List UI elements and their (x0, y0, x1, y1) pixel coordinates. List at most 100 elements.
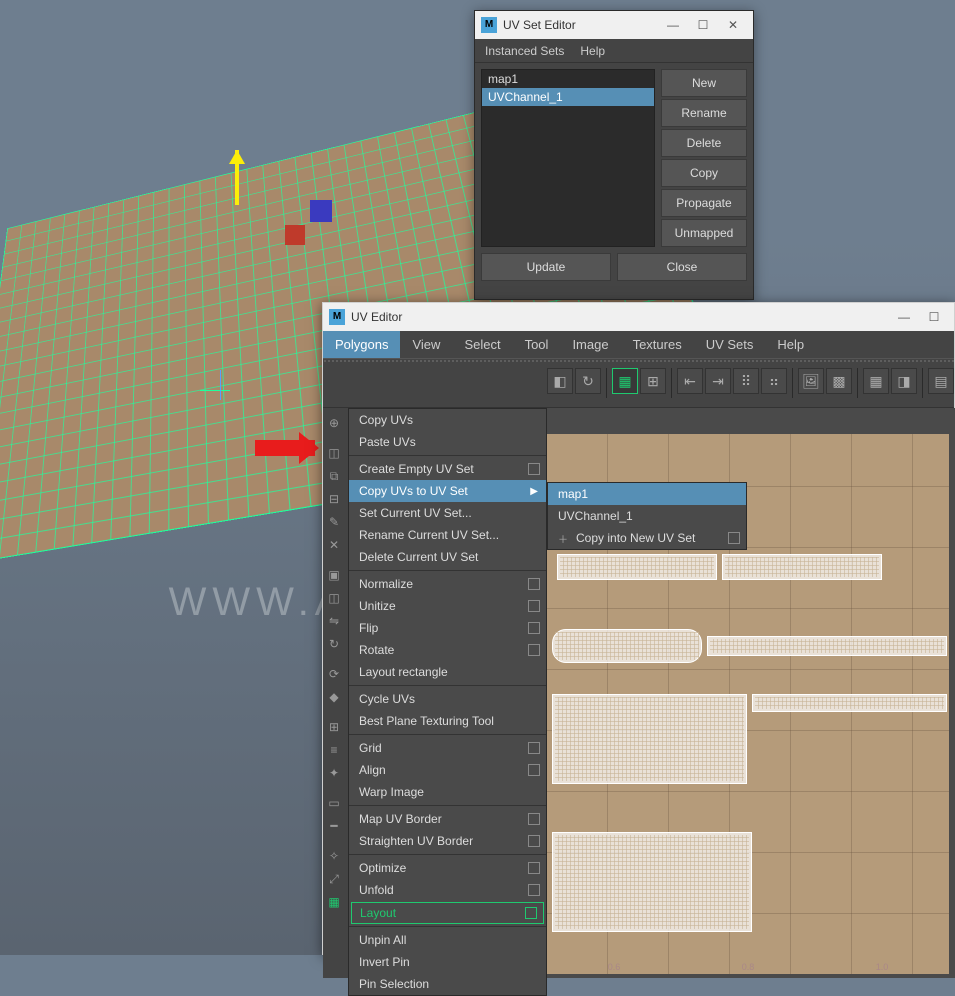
menu-item-normalize[interactable]: Normalize (349, 573, 546, 595)
menu-item-align[interactable]: Align (349, 759, 546, 781)
menu-item-unpin-all[interactable]: Unpin All (349, 929, 546, 951)
side-optimize-icon[interactable]: ✧ (323, 845, 345, 867)
minimize-button[interactable]: — (890, 307, 918, 327)
uvset-item-map1[interactable]: map1 (482, 70, 654, 88)
menu-item-map-uv-border[interactable]: Map UV Border (349, 808, 546, 830)
menu-item-create-empty-uv-set[interactable]: Create Empty UV Set (349, 458, 546, 480)
titlebar[interactable]: M UV Editor — ☐ (323, 303, 954, 331)
update-button[interactable]: Update (481, 253, 611, 281)
uv-shell[interactable] (557, 554, 717, 580)
propagate-button[interactable]: Propagate (661, 189, 747, 217)
titlebar[interactable]: M UV Set Editor — ☐ ✕ (475, 11, 753, 39)
menu-help[interactable]: Help (765, 331, 816, 358)
side-delete-icon[interactable]: ✕ (323, 534, 345, 556)
menu-item-straighten-uv-border[interactable]: Straighten UV Border (349, 830, 546, 852)
uv-set-list[interactable]: map1 UVChannel_1 (481, 69, 655, 247)
side-rename-icon[interactable]: ✎ (323, 511, 345, 533)
side-rotate-icon[interactable]: ↻ (323, 633, 345, 655)
menu-item-best-plane-texturing-tool[interactable]: Best Plane Texturing Tool (349, 710, 546, 732)
tool-grid-icon[interactable]: ⊞ (640, 368, 666, 394)
tool-frame-icon[interactable]: ▦ (612, 368, 638, 394)
tool-move-left-icon[interactable]: ⇤ (677, 368, 703, 394)
menu-item-warp-image[interactable]: Warp Image (349, 781, 546, 803)
menu-item-rename-current-uv-set-[interactable]: Rename Current UV Set... (349, 524, 546, 546)
menu-item-copy-uvs[interactable]: Copy UVs (349, 409, 546, 431)
menu-item-set-current-uv-set-[interactable]: Set Current UV Set... (349, 502, 546, 524)
tool-shade-icon[interactable]: ◨ (891, 368, 917, 394)
side-mapborder-icon[interactable]: ▭ (323, 792, 345, 814)
uv-shell[interactable] (722, 554, 882, 580)
minimize-button[interactable]: — (659, 15, 687, 35)
tool-image-icon[interactable]: 🖼 (798, 368, 824, 394)
submenu-item-uvchannel-1[interactable]: UVChannel_1 (548, 505, 746, 527)
menu-item-optimize[interactable]: Optimize (349, 857, 546, 879)
tool-dim-icon[interactable]: ▤ (928, 368, 954, 394)
side-flip-icon[interactable]: ⇋ (323, 610, 345, 632)
gizmo-x-handle[interactable] (285, 225, 305, 245)
menu-item-layout-rectangle[interactable]: Layout rectangle (349, 661, 546, 683)
menu-instanced-sets[interactable]: Instanced Sets (485, 44, 564, 58)
side-cycle-icon[interactable]: ⟳ (323, 663, 345, 685)
side-set-icon[interactable]: ⊟ (323, 488, 345, 510)
side-straighten-icon[interactable]: ━ (323, 815, 345, 837)
menu-textures[interactable]: Textures (621, 331, 694, 358)
new-button[interactable]: New (661, 69, 747, 97)
menu-item-cycle-uvs[interactable]: Cycle UVs (349, 688, 546, 710)
menu-item-layout[interactable]: Layout (351, 902, 544, 924)
side-grid-icon[interactable]: ⊞ (323, 716, 345, 738)
side-align-icon[interactable]: ≡ (323, 739, 345, 761)
menu-item-invert-pin[interactable]: Invert Pin (349, 951, 546, 973)
menu-item-unitize[interactable]: Unitize (349, 595, 546, 617)
menu-item-grid[interactable]: Grid (349, 737, 546, 759)
menu-view[interactable]: View (400, 331, 452, 358)
side-copy-icon[interactable]: ⧉ (323, 465, 345, 487)
side-unfold-icon[interactable]: ⤢ (323, 868, 345, 890)
menu-item-copy-uvs-to-uv-set[interactable]: Copy UVs to UV Set▶ (349, 480, 546, 502)
tool-scatter-icon[interactable]: ⠿ (733, 368, 759, 394)
rename-button[interactable]: Rename (661, 99, 747, 127)
tool-wire-icon[interactable]: ▦ (863, 368, 889, 394)
menu-tool[interactable]: Tool (513, 331, 561, 358)
menu-select[interactable]: Select (452, 331, 512, 358)
menu-item-unfold[interactable]: Unfold (349, 879, 546, 901)
side-normalize-icon[interactable]: ▣ (323, 564, 345, 586)
close-button[interactable]: ✕ (719, 15, 747, 35)
side-layout-icon[interactable]: ▦ (323, 891, 345, 913)
menu-item-pin-selection[interactable]: Pin Selection (349, 973, 546, 995)
tool-move-right-icon[interactable]: ⇥ (705, 368, 731, 394)
side-unitize-icon[interactable]: ◫ (323, 587, 345, 609)
delete-button[interactable]: Delete (661, 129, 747, 157)
tool-snapshot-icon[interactable]: ◧ (547, 368, 573, 394)
drag-handle[interactable] (323, 359, 954, 363)
side-bestplane-icon[interactable]: ◆ (323, 686, 345, 708)
menu-help[interactable]: Help (580, 44, 605, 58)
tool-distribute-icon[interactable]: ⠶ (761, 368, 787, 394)
side-new-icon[interactable]: ⊕ (323, 412, 345, 434)
maximize-button[interactable]: ☐ (689, 15, 717, 35)
side-create-icon[interactable]: ◫ (323, 442, 345, 464)
menu-item-rotate[interactable]: Rotate (349, 639, 546, 661)
unmapped-button[interactable]: Unmapped (661, 219, 747, 247)
menu-item-paste-uvs[interactable]: Paste UVs (349, 431, 546, 453)
menu-image[interactable]: Image (560, 331, 620, 358)
copy-button[interactable]: Copy (661, 159, 747, 187)
uv-shell[interactable] (707, 636, 947, 656)
menu-polygons[interactable]: Polygons (323, 331, 400, 358)
uvset-item-uvchannel1[interactable]: UVChannel_1 (482, 88, 654, 106)
tool-refresh-icon[interactable]: ↻ (575, 368, 601, 394)
gizmo-y-axis[interactable] (235, 150, 239, 205)
menu-item-flip[interactable]: Flip (349, 617, 546, 639)
uv-shell[interactable] (552, 832, 752, 932)
close-button-footer[interactable]: Close (617, 253, 747, 281)
uv-shell[interactable] (752, 694, 947, 712)
uv-shell[interactable] (552, 629, 702, 663)
menu-item-delete-current-uv-set[interactable]: Delete Current UV Set (349, 546, 546, 568)
tool-checker-icon[interactable]: ▩ (826, 368, 852, 394)
uv-shell[interactable] (552, 694, 747, 784)
gizmo-z-handle[interactable] (310, 200, 332, 222)
submenu-item-copy-into-new-uv-set[interactable]: ＋Copy into New UV Set (548, 527, 746, 549)
menu-uvsets[interactable]: UV Sets (694, 331, 766, 358)
maximize-button[interactable]: ☐ (920, 307, 948, 327)
side-warp-icon[interactable]: ✦ (323, 762, 345, 784)
submenu-item-map1[interactable]: map1 (548, 483, 746, 505)
